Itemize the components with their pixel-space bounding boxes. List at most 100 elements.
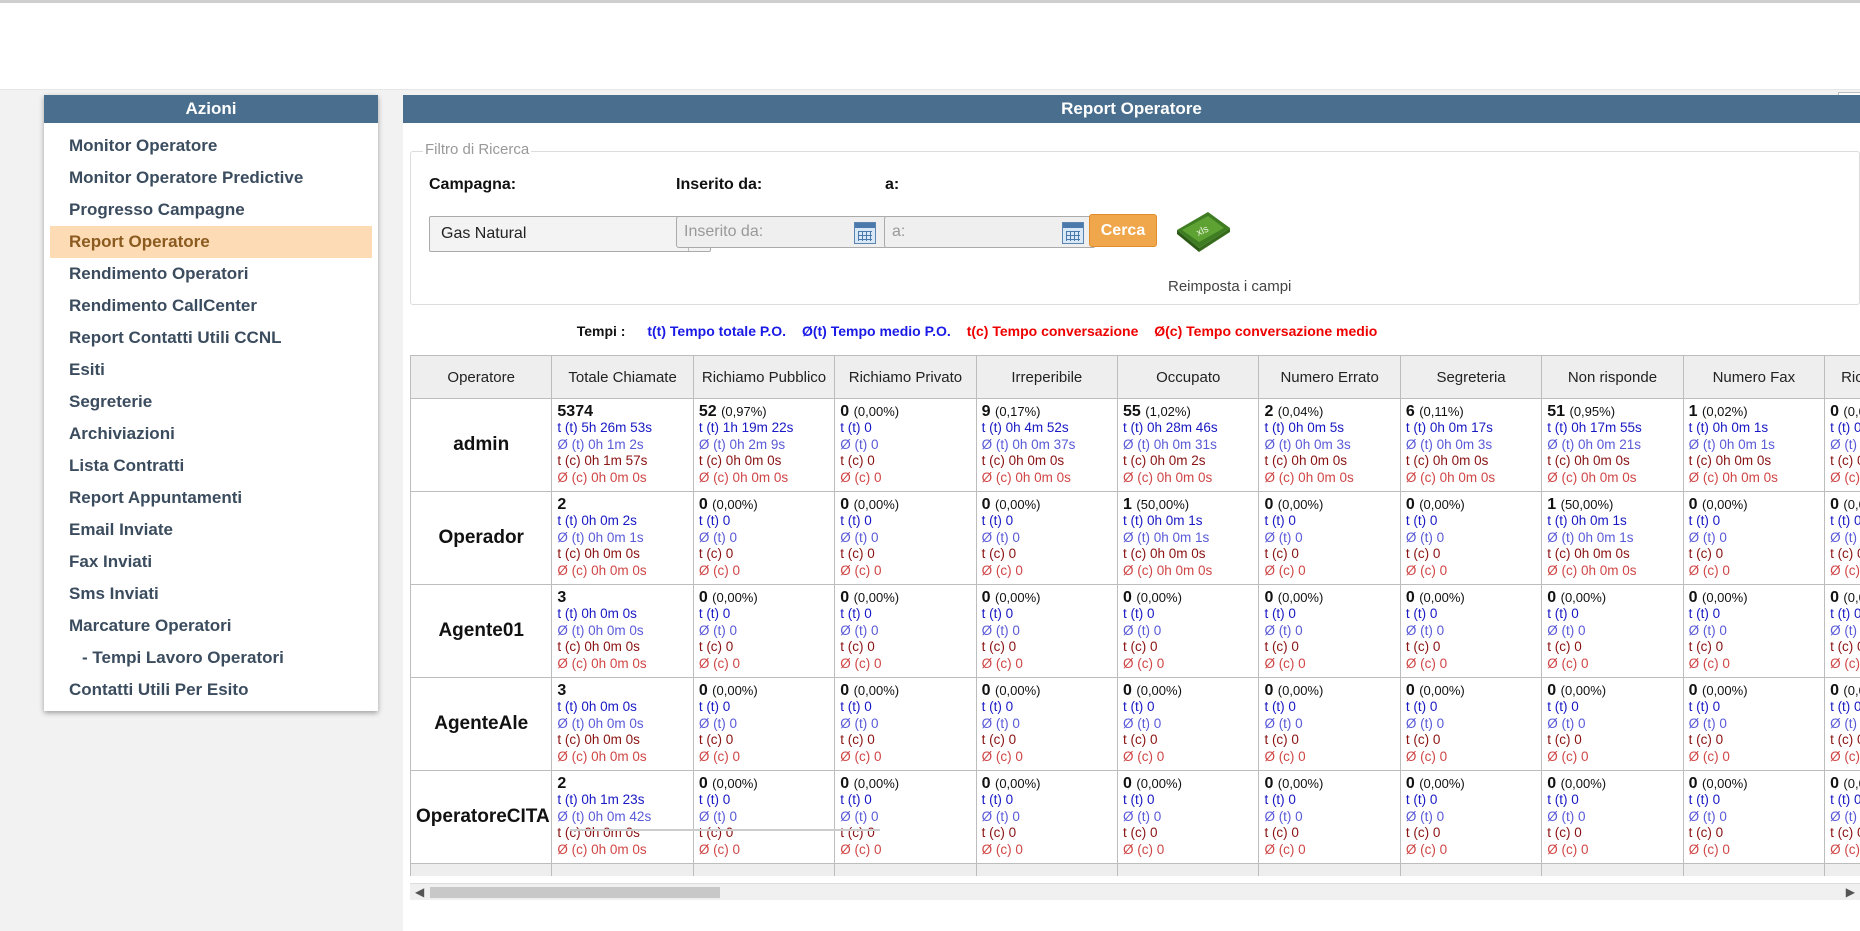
cell-avg-time: Ø (t) 0 xyxy=(840,436,879,452)
xls-export-icon[interactable]: xls xyxy=(1174,208,1232,252)
cell-avg-conv-time: Ø (c) 0h 0m 0s xyxy=(981,469,1071,485)
cell-conv-time: t (c) 0 xyxy=(1123,732,1158,747)
cell-conv-time: t (c) 0 xyxy=(840,732,875,747)
scroll-right-icon[interactable]: ▶ xyxy=(1846,884,1855,901)
sidebar-item[interactable]: Report Contatti Utili CCNL xyxy=(50,322,372,354)
cell-percent: (0,00%) xyxy=(1843,404,1860,419)
cell-total-time: t (t) 0 xyxy=(1123,606,1155,621)
cell-count: 0 (0,00%) xyxy=(1830,403,1860,420)
cell-count: 0 (0,00%) xyxy=(698,682,758,699)
table-cell: 0 (0,00%)t (t) 0Ø (t) 0t (c) 0Ø (c) 0 xyxy=(834,677,977,771)
cell-avg-time: Ø (t) 0 xyxy=(1123,622,1162,638)
sidebar: Azioni Monitor Operatore Monitor Operator… xyxy=(44,95,378,711)
cell-conv-time: t (c) 0h 0m 0s xyxy=(557,546,640,561)
table-cell: 0 (0,00%)t (t) 0Ø (t) 0t (c) 0Ø (c) 0 xyxy=(1824,770,1860,864)
cell-total-time: t (t) 0h 17m 55s xyxy=(1547,420,1642,435)
operator-name: Operador xyxy=(410,491,553,585)
reset-fields-link[interactable]: Reimposta i campi xyxy=(1168,278,1291,295)
sidebar-item[interactable]: Fax Inviati xyxy=(50,546,372,578)
sidebar-item[interactable]: Rendimento CallCenter xyxy=(50,290,372,322)
cell-count: 2 xyxy=(557,496,567,513)
cell-total-time: t (t) 0h 0m 17s xyxy=(1405,420,1493,435)
cell-count: 0 (0,00%) xyxy=(840,682,900,699)
cell-avg-conv-time: Ø (c) 0 xyxy=(698,655,741,671)
sidebar-item[interactable]: Lista Contratti xyxy=(50,450,372,482)
table-cell: 6 (0,11%) t (t) 0h 0m 17s Ø (t) 0h 0m 3s t … xyxy=(1399,398,1543,492)
cell-total-time: t (t) 0 xyxy=(1123,699,1155,714)
footer-column-header: Numero Fax xyxy=(1682,863,1826,876)
table-column-header: Richiamo Pubblico xyxy=(692,355,836,399)
sidebar-item[interactable]: Segreterie xyxy=(50,386,372,418)
cell-conv-time: t (c) 0 xyxy=(981,825,1017,840)
campagna-select[interactable]: Gas Natural ⌵ xyxy=(429,216,711,252)
cell-count: 52 (0,97%) xyxy=(698,403,767,420)
calendar-icon[interactable] xyxy=(854,222,876,244)
table-row: admin 5374 t (t) 5h 26m 53s Ø (t) 0h 1m 2s… xyxy=(410,398,1860,492)
report-table: Operatore Totale Chiamate Richiamo Pubblic… xyxy=(410,355,1860,876)
cell-avg-time: Ø (t) 0 xyxy=(1123,808,1162,824)
report-table-wrap[interactable]: Operatore Totale Chiamate Richiamo Pubblic… xyxy=(410,355,1860,876)
cell-avg-time: Ø (t) 0h 2m 9s xyxy=(698,436,786,452)
cell-count: 0 (0,00%) xyxy=(1264,775,1324,792)
table-column-header: Numero Errato xyxy=(1258,355,1401,399)
cell-avg-conv-time: Ø (c) 0 xyxy=(1405,655,1448,671)
sidebar-item[interactable]: Monitor Operatore Predictive xyxy=(50,162,372,194)
cerca-button[interactable]: Cerca xyxy=(1089,214,1157,247)
sidebar-item[interactable]: Esiti xyxy=(50,354,372,386)
table-cell: 0 (0,00%)t (t) 0Ø (t) 0t (c) 0Ø (c) 0 xyxy=(1682,770,1826,864)
cell-avg-time: Ø (t) 0h 0m 37s xyxy=(981,436,1076,452)
calendar-icon[interactable] xyxy=(1062,222,1084,244)
scroll-left-icon[interactable]: ◀ xyxy=(415,884,424,901)
sidebar-item[interactable]: Rendimento Operatori xyxy=(50,258,372,290)
sidebar-item[interactable]: Archiviazioni xyxy=(50,418,372,450)
cell-conv-time: t (c) 0 xyxy=(1547,825,1582,840)
cell-conv-time: t (c) 0 xyxy=(1688,825,1724,840)
sidebar-item[interactable]: Progresso Campagne xyxy=(50,194,372,226)
sidebar-item[interactable]: - Tempi Lavoro Operatori xyxy=(50,642,372,674)
cell-conv-time: t (c) 0 xyxy=(1830,825,1860,840)
cell-conv-time: t (c) 0 xyxy=(1264,825,1299,840)
cell-avg-conv-time: Ø (c) 0 xyxy=(840,841,882,857)
top-bar xyxy=(0,0,1860,90)
table-cell: 0 (0,00%)t (t) 0Ø (t) 0t (c) 0Ø (c) 0 xyxy=(1541,770,1684,864)
cell-avg-conv-time: Ø (c) 0 xyxy=(1830,841,1860,857)
cell-conv-time: t (c) 0h 0m 0s xyxy=(557,639,640,654)
table-cell: 0 (0,00%)t (t) 0Ø (t) 0t (c) 0Ø (c) 0 xyxy=(1399,677,1543,771)
cell-count: 0 (0,00%) xyxy=(1830,496,1860,513)
sidebar-item[interactable]: Marcature Operatori xyxy=(50,610,372,642)
sidebar-item[interactable]: Contatti Utili Per Esito xyxy=(50,674,372,706)
sidebar-item[interactable]: Email Inviate xyxy=(50,514,372,546)
scroll-thumb[interactable] xyxy=(430,887,720,898)
cell-conv-time: t (c) 0 xyxy=(840,639,875,654)
cell-avg-time: Ø (t) 0 xyxy=(840,715,879,731)
cell-avg-time: Ø (t) 0h 0m 3s xyxy=(1264,436,1351,452)
legend-title: Tempi : xyxy=(576,323,626,339)
cell-avg-conv-time: Ø (c) 0h 0m 0s xyxy=(698,469,789,485)
cell-count: 1 (0,02%) xyxy=(1688,403,1748,420)
cell-avg-conv-time: Ø (c) 0 xyxy=(1688,841,1730,857)
table-cell: 52 (0,97%) t (t) 1h 19m 22s Ø (t) 0h 2m 9s… xyxy=(692,398,836,492)
cell-count: 0 (0,00%) xyxy=(981,589,1041,606)
table-cell: 0 (0,00%)t (t) 0Ø (t) 0t (c) 0Ø (c) 0 xyxy=(1258,584,1401,678)
sidebar-item[interactable]: Sms Inviati xyxy=(50,578,372,610)
cell-count: 0 (0,00%) xyxy=(698,496,758,513)
sidebar-item[interactable]: Report Appuntamenti xyxy=(50,482,372,514)
cell-avg-conv-time: Ø (c) 0h 0m 0s xyxy=(1123,469,1213,485)
cell-total-time: t (t) 0 xyxy=(840,606,872,621)
cell-avg-time: Ø (t) 0 xyxy=(1547,622,1586,638)
sidebar-item[interactable]: Report Operatore xyxy=(50,226,372,258)
cell-count: 0 (0,00%) xyxy=(1264,682,1324,699)
cell-count: 0 (0,00%) xyxy=(981,775,1041,792)
cell-total-time: t (t) 0h 0m 5s xyxy=(1264,420,1344,435)
cell-avg-conv-time: Ø (c) 0 xyxy=(1405,841,1448,857)
legend-total-time: t(t) Tempo totale P.O. xyxy=(647,323,787,339)
cell-count: 0 (0,00%) xyxy=(840,496,900,513)
cell-percent: (0,00%) xyxy=(1277,776,1324,791)
cell-percent: (0,00%) xyxy=(1136,776,1182,791)
horizontal-scrollbar[interactable]: ◀ ▶ xyxy=(410,883,1860,900)
cell-total-time: t (t) 0 xyxy=(698,699,731,714)
footer-column-header: Richiamo Privato xyxy=(834,863,977,876)
sidebar-item[interactable]: Monitor Operatore xyxy=(50,130,372,162)
cell-conv-time: t (c) 0 xyxy=(981,732,1017,747)
cell-avg-time: Ø (t) 0 xyxy=(840,808,879,824)
